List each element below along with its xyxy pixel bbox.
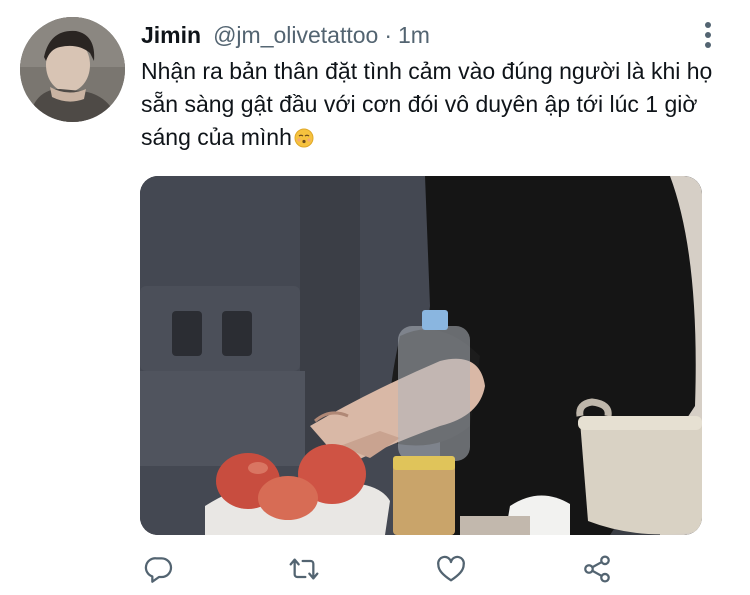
reply-button[interactable]	[140, 550, 178, 588]
tweet-actions	[140, 550, 620, 590]
tweet-body: Nhận ra bản thân đặt tình cảm vào đúng n…	[141, 58, 713, 150]
separator-dot: ·	[384, 21, 393, 48]
tweet-timestamp[interactable]: 1m	[398, 22, 430, 49]
photo-content	[140, 176, 702, 535]
tweet-header: Jimin @jm_olivetattoo · 1m	[141, 18, 430, 52]
retweet-button[interactable]	[285, 550, 323, 588]
kissing-face-emoji-icon	[294, 124, 314, 148]
avatar-photo	[20, 17, 125, 122]
heart-icon	[437, 555, 465, 582]
tweet-text: Nhận ra bản thân đặt tình cảm vào đúng n…	[141, 55, 721, 154]
author-name[interactable]: Jimin	[141, 22, 201, 49]
author-handle[interactable]: @jm_olivetattoo	[213, 22, 378, 49]
share-button[interactable]	[578, 550, 616, 588]
share-icon	[584, 555, 610, 583]
more-vertical-icon	[705, 22, 711, 48]
retweet-icon	[289, 558, 319, 580]
reply-icon	[144, 557, 173, 583]
like-button[interactable]	[432, 550, 470, 588]
more-options-button[interactable]	[700, 20, 716, 50]
avatar[interactable]	[20, 17, 125, 122]
tweet-media-photo[interactable]	[140, 176, 702, 535]
